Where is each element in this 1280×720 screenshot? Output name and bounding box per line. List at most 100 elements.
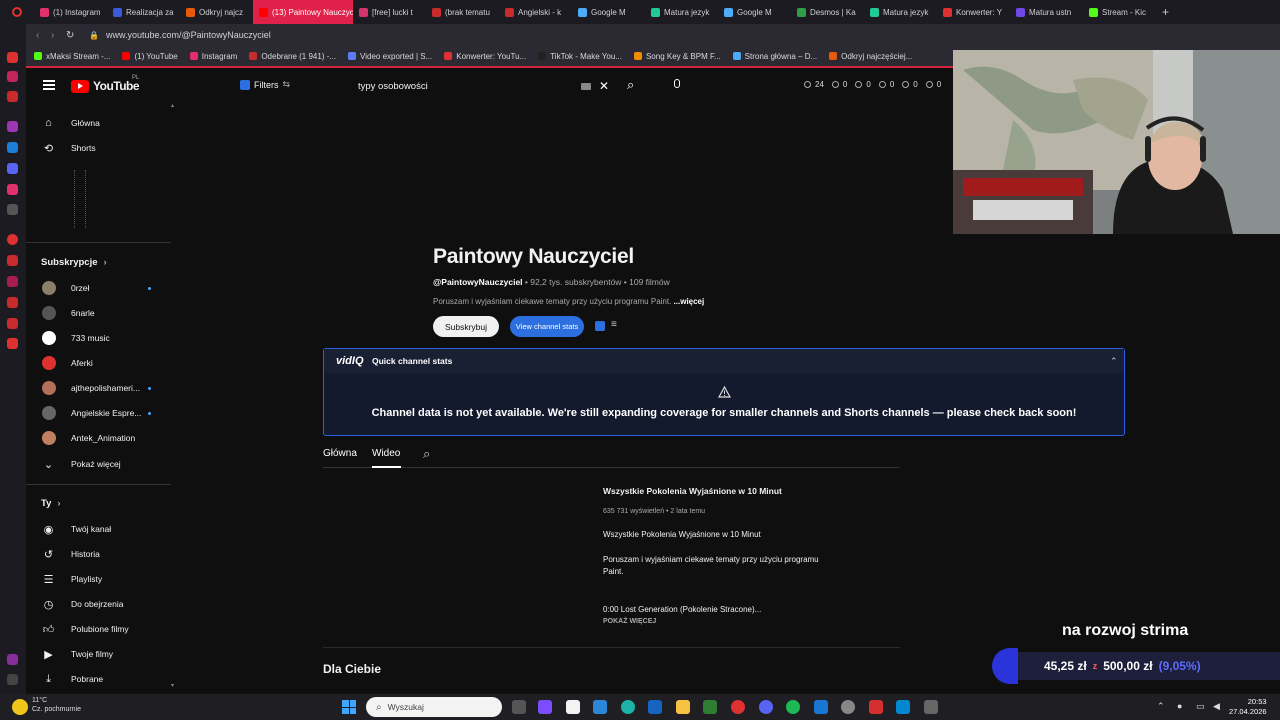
subscribe-button[interactable]: Subskrybuj: [433, 316, 499, 337]
bookmark[interactable]: Strona główna – D...: [732, 52, 817, 61]
more-icon[interactable]: [7, 674, 18, 685]
sidebar-app-icon[interactable]: [7, 654, 18, 665]
nav-item-shorts[interactable]: ⟲ Shorts: [26, 136, 176, 160]
sidebar-app-icon[interactable]: [7, 71, 18, 82]
nav-item-video[interactable]: ▶ Twoje filmy: [26, 642, 176, 666]
bookmark[interactable]: TikTok - Make You...: [538, 52, 622, 61]
sidebar-app-icon[interactable]: [7, 276, 18, 287]
subscriptions-heading[interactable]: Subskrypcje ›: [41, 257, 107, 268]
subscription-item[interactable]: 6narle: [26, 301, 176, 325]
nav-item-playlist[interactable]: ☰ Playlisty: [26, 567, 176, 591]
browser-tab[interactable]: Google M: [718, 0, 791, 24]
excel-icon[interactable]: [703, 700, 717, 714]
subscription-item[interactable]: Antek_Animation: [26, 426, 176, 450]
app-icon[interactable]: [896, 700, 910, 714]
browser-tab[interactable]: Matura ustn: [1010, 0, 1083, 24]
vidiq-panel-header[interactable]: vidIQ Quick channel stats ⌃: [324, 349, 1124, 373]
vidiq-icon[interactable]: [595, 321, 605, 331]
clear-search-icon[interactable]: ✕: [599, 79, 609, 93]
subscription-item[interactable]: Angielskie Espre...: [26, 401, 176, 425]
bookmark[interactable]: Instagram: [189, 52, 237, 61]
nav-item-download[interactable]: ⤓ Pobrane: [26, 667, 176, 691]
instagram-icon[interactable]: [7, 184, 18, 195]
browser-tab[interactable]: Google M: [572, 0, 645, 24]
mic-button[interactable]: [669, 77, 685, 93]
messenger-icon[interactable]: [7, 142, 18, 153]
keyboard-icon[interactable]: [581, 82, 591, 90]
featured-video-chapter[interactable]: 0:00 Lost Generation (Pokolenie Stracone…: [603, 605, 761, 614]
x-icon[interactable]: [7, 204, 18, 215]
url-field[interactable]: www.youtube.com/@PaintowyNauczyciel: [106, 30, 271, 40]
store-icon[interactable]: [566, 700, 580, 714]
subscription-item[interactable]: Aferki: [26, 351, 176, 375]
tab-videos[interactable]: Wideo: [372, 448, 400, 459]
more-link[interactable]: ...więcej: [674, 297, 705, 306]
back-icon[interactable]: ‹: [36, 30, 39, 41]
show-more-button[interactable]: ⌄ Pokaż więcej: [26, 452, 176, 476]
mic-tray-icon[interactable]: ●: [1177, 701, 1182, 711]
browser-tab[interactable]: (1) Instagram: [34, 0, 107, 24]
browser-tab[interactable]: [free] lucki t: [353, 0, 426, 24]
scroll-down-arrow[interactable]: ▾: [171, 682, 175, 689]
browser-tab[interactable]: Matura jezyk: [645, 0, 718, 24]
settings-icon[interactable]: [7, 338, 18, 349]
teams-icon[interactable]: [538, 700, 552, 714]
browser-tab[interactable]: Realizacja za: [107, 0, 180, 24]
subscription-item[interactable]: 733 music: [26, 326, 176, 350]
bookmark[interactable]: Odkryj najczęściej...: [829, 52, 912, 61]
mail-icon[interactable]: [648, 700, 662, 714]
word-icon[interactable]: [814, 700, 828, 714]
explorer-icon[interactable]: [676, 700, 690, 714]
bookmark[interactable]: Song Key & BPM F...: [633, 52, 721, 61]
search-box[interactable]: typy osobowości ✕: [349, 75, 619, 97]
browser-tab[interactable]: Desmos | Ka: [791, 0, 864, 24]
settings-icon[interactable]: [841, 700, 855, 714]
search-icon[interactable]: ⌕: [423, 446, 430, 462]
nav-item-channel[interactable]: ◉ Twój kanał: [26, 517, 176, 541]
sidebar-app-icon[interactable]: [7, 234, 18, 245]
view-channel-stats-button[interactable]: View channel stats: [510, 316, 584, 337]
bookmark[interactable]: Video exported | S...: [348, 52, 432, 61]
menu-icon[interactable]: [43, 80, 55, 90]
spotify-icon[interactable]: [786, 700, 800, 714]
pdf-icon[interactable]: [869, 700, 883, 714]
browser-tab[interactable]: Stream - Kic: [1083, 0, 1156, 24]
nav-item-like[interactable]: 👍︎ Polubione filmy: [26, 617, 176, 641]
collapse-icon[interactable]: ⌃: [1110, 356, 1118, 367]
twitch-icon[interactable]: [7, 121, 18, 132]
discord-icon[interactable]: [7, 163, 18, 174]
filters-button[interactable]: Filters ⇆: [240, 79, 290, 90]
browser-tab[interactable]: (brak tematu: [426, 0, 499, 24]
scroll-up-arrow[interactable]: ▴: [171, 102, 175, 109]
youtube-logo[interactable]: YouTube: [71, 79, 140, 93]
opera-icon[interactable]: [731, 700, 745, 714]
list-icon[interactable]: ≡: [611, 319, 617, 330]
you-heading[interactable]: Ty ›: [41, 498, 61, 509]
calculator-icon[interactable]: [924, 700, 938, 714]
volume-icon[interactable]: ◀: [1213, 701, 1220, 712]
show-more-link[interactable]: POKAŻ WIĘCEJ: [603, 618, 656, 625]
task-view-icon[interactable]: [512, 700, 526, 714]
subscription-item[interactable]: ajthepolishameri...: [26, 376, 176, 400]
weather-widget[interactable]: 11°C Cz. pochmurnie: [32, 696, 81, 714]
sidebar-app-icon[interactable]: [7, 52, 18, 63]
bookmark[interactable]: (1) YouTube: [122, 52, 178, 61]
browser-tab[interactable]: Konwerter: Y: [937, 0, 1010, 24]
nav-item-home[interactable]: ⌂ Główna: [26, 111, 176, 135]
bookmark[interactable]: Konwerter: YouTu...: [444, 52, 526, 61]
forward-icon[interactable]: ›: [51, 30, 54, 41]
bookmark[interactable]: Odebrane (1 941) -...: [249, 52, 336, 61]
tray-chevron-icon[interactable]: ⌃: [1157, 701, 1165, 712]
new-tab-button[interactable]: +: [1162, 5, 1169, 19]
sidebar-app-icon[interactable]: [7, 255, 18, 266]
browser-menu-icon[interactable]: [0, 0, 34, 24]
browser-tab[interactable]: Odkryj najcz: [180, 0, 253, 24]
browser-tab[interactable]: Matura jezyk: [864, 0, 937, 24]
featured-video-title[interactable]: Wszystkie Pokolenia Wyjaśnione w 10 Minu…: [603, 486, 782, 496]
search-input[interactable]: typy osobowości: [358, 81, 428, 92]
nav-item-history[interactable]: ↺ Historia: [26, 542, 176, 566]
start-icon[interactable]: [342, 700, 356, 714]
tab-home[interactable]: Główna: [323, 448, 357, 459]
weather-icon[interactable]: [12, 699, 28, 715]
browser-tab[interactable]: Angielski - k: [499, 0, 572, 24]
